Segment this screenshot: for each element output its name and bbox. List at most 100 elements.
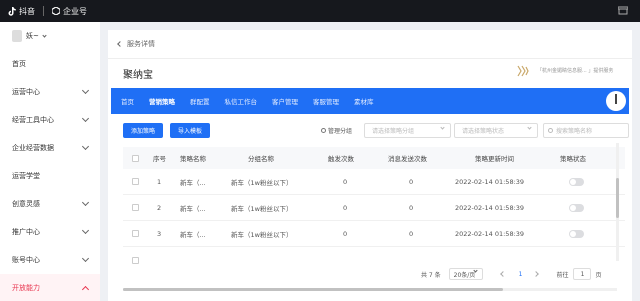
chevron-up-icon (81, 285, 90, 293)
sidebar-item-home[interactable]: 首页 (0, 50, 100, 78)
tab-marketing[interactable]: 营销策略 (149, 88, 175, 114)
row-name[interactable]: 新车（... (180, 169, 206, 194)
topbar-divider (43, 6, 44, 16)
sidebar-item-open[interactable]: 开放能力 (0, 274, 100, 301)
username: 妖~ (26, 32, 39, 40)
chevron-down-icon (81, 86, 90, 95)
chevron-down-icon (81, 226, 90, 235)
sidebar-item-label: 运营学堂 (12, 172, 40, 180)
table-row: 3 新车（... 新车（1w粉丝以下） 0 0 2022-02-14 01:58… (123, 221, 625, 247)
tab-customers[interactable]: 客户管理 (272, 88, 298, 114)
row-name[interactable]: 新车（... (180, 195, 206, 220)
select-all-checkbox[interactable] (132, 147, 139, 169)
chevron-down-icon (81, 198, 90, 207)
sidebar-item-tools[interactable]: 经营工具中心 (0, 106, 100, 134)
avatar (12, 30, 22, 42)
sidebar-item-school[interactable]: 运营学堂 (0, 162, 100, 190)
sidebar-item-label: 运营中心 (12, 88, 40, 96)
tab-groups[interactable]: 群配置 (190, 88, 210, 114)
user-avatar[interactable] (606, 91, 626, 111)
row-checkbox[interactable] (132, 195, 139, 220)
sidebar-item-label: 首页 (12, 60, 26, 68)
qiye-logo[interactable]: 企业号 (52, 6, 87, 17)
row-triggers: 0 (343, 229, 348, 238)
col-group: 分组名称 (248, 155, 274, 163)
chevron-down-icon (81, 114, 90, 123)
row-updated: 2022-02-14 01:58:39 (455, 177, 525, 186)
col-updated: 策略更新时间 (475, 155, 514, 163)
goto-page-input[interactable]: 1 (573, 268, 592, 280)
status-toggle[interactable] (569, 221, 584, 246)
row-updated: 2022-02-14 01:58:39 (455, 229, 525, 238)
chevron-down-icon (440, 125, 445, 130)
sidebar-item-data[interactable]: 企业经营数据 (0, 134, 100, 162)
sidebar-item-label: 创意灵感 (12, 200, 40, 208)
sidebar-item-promotion[interactable]: 推广中心 (0, 218, 100, 246)
pagination: 共 7 条 20条/页 1 前往 1 页 (421, 268, 602, 280)
tab-service[interactable]: 客服管理 (313, 88, 339, 114)
row-group: 新车（1w粉丝以下） (231, 230, 293, 239)
manage-groups-link[interactable]: 管理分组 (321, 126, 352, 135)
vertical-scrollbar[interactable] (616, 143, 619, 261)
row-group: 新车（1w粉丝以下） (231, 178, 293, 187)
row-updated: 2022-02-14 01:58:39 (455, 203, 525, 212)
user-menu[interactable]: 妖~ (0, 22, 100, 50)
breadcrumb[interactable]: 服务详情 (117, 39, 155, 49)
group-select[interactable]: 请选择策略分组 (364, 123, 451, 138)
row-index: 3 (157, 229, 162, 238)
qiye-label: 企业号 (63, 6, 87, 16)
row-checkbox[interactable] (132, 247, 139, 273)
row-sends: 0 (409, 229, 414, 238)
row-checkbox[interactable] (132, 169, 139, 194)
page-size-select[interactable]: 20条/页 (448, 268, 483, 280)
sidebar-item-ideas[interactable]: 创意灵感 (0, 190, 100, 218)
table-header: 序号 策略名称 分组名称 触发次数 消息发送次数 策略更新时间 策略状态 (123, 147, 625, 169)
sidebar-item-label: 经营工具中心 (12, 116, 54, 124)
next-page-icon[interactable] (533, 271, 540, 277)
import-template-button[interactable]: 导入模板 (170, 123, 211, 138)
tab-bar: 首页 营销策略 群配置 私信工作台 客户管理 客服管理 素材库 (111, 88, 629, 114)
status-toggle[interactable] (569, 195, 584, 220)
app-title: 聚纳宝 (123, 70, 153, 81)
prev-page-icon[interactable] (499, 271, 506, 277)
row-sends: 0 (409, 203, 414, 212)
row-group: 新车（1w粉丝以下） (231, 204, 293, 213)
tab-home[interactable]: 首页 (121, 88, 134, 114)
col-name: 策略名称 (180, 155, 206, 163)
provider-logo-icon (517, 65, 529, 77)
manage-groups-label: 管理分组 (328, 128, 353, 135)
horizontal-scrollbar[interactable] (123, 288, 617, 291)
sidebar-item-label: 账号中心 (12, 256, 40, 264)
row-triggers: 0 (343, 177, 348, 186)
row-sends: 0 (409, 177, 414, 186)
breadcrumb-label: 服务详情 (127, 40, 155, 48)
page-size-value: 20条/页 (453, 271, 476, 279)
search-icon (548, 128, 553, 133)
header-divider (108, 58, 632, 59)
douyin-logo[interactable]: 抖音 (8, 6, 35, 17)
group-select-placeholder: 请选择策略分组 (372, 128, 415, 135)
tab-materials[interactable]: 素材库 (354, 88, 374, 114)
provider-text: 「杭州金媚睛信息服... 」提供服务 (537, 68, 614, 74)
row-index: 2 (157, 203, 162, 212)
shop-icon[interactable] (617, 6, 629, 17)
sidebar-item-label: 企业经营数据 (12, 144, 54, 152)
total-count: 共 7 条 (421, 271, 441, 279)
sidebar-item-label: 推广中心 (12, 228, 40, 236)
status-toggle[interactable] (569, 169, 584, 194)
goto-label: 前往 (556, 271, 569, 279)
search-input[interactable]: 搜索策略名称 (543, 123, 629, 138)
back-arrow-icon[interactable] (117, 41, 123, 47)
tab-dm-workbench[interactable]: 私信工作台 (225, 88, 258, 114)
add-strategy-button[interactable]: 添加策略 (123, 123, 164, 138)
col-status: 策略状态 (560, 155, 586, 163)
chevron-down-icon (42, 32, 47, 38)
sidebar-item-account[interactable]: 账号中心 (0, 246, 100, 274)
sidebar-item-operations[interactable]: 运营中心 (0, 78, 100, 106)
page-number[interactable]: 1 (519, 271, 523, 278)
status-select[interactable]: 请选择策略状态 (454, 123, 538, 138)
row-name[interactable]: 新车（... (180, 221, 206, 246)
col-index: 序号 (153, 155, 166, 163)
row-checkbox[interactable] (132, 221, 139, 246)
goto-page-value: 1 (580, 270, 585, 278)
